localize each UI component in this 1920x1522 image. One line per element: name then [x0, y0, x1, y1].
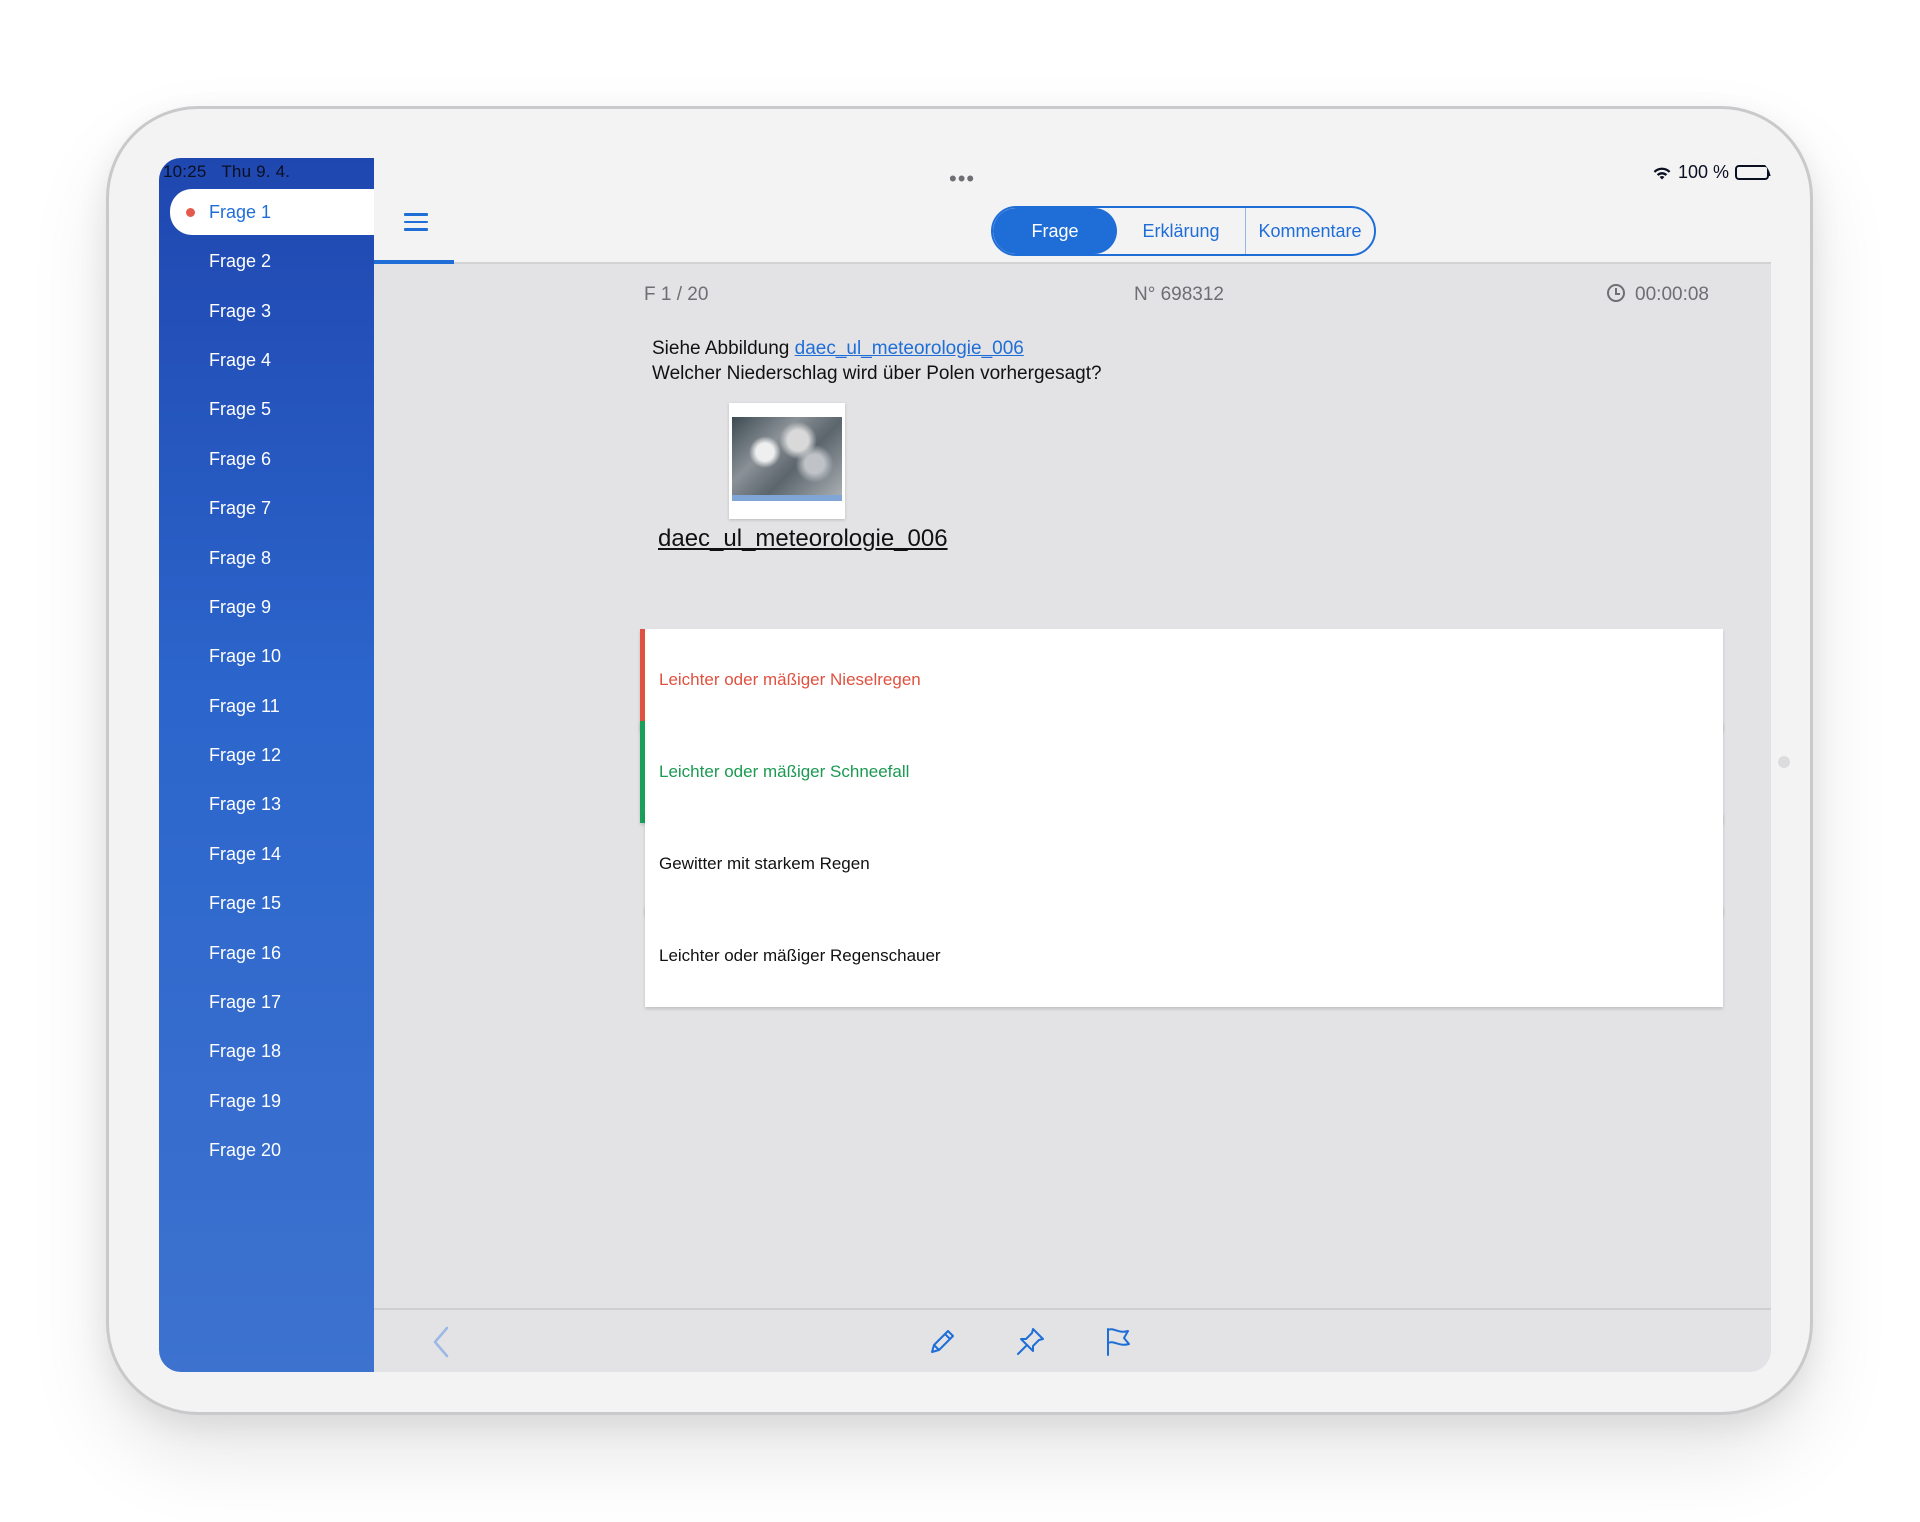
clock-icon	[1607, 284, 1626, 302]
tab-kommentare[interactable]: Kommentare	[1245, 208, 1374, 254]
tab-frage[interactable]: Frage	[993, 208, 1117, 254]
sidebar-item-label: Frage 2	[209, 251, 272, 272]
sidebar-item-frage-4[interactable]: Frage 4	[159, 336, 374, 385]
question-sidebar: 10:25 Thu 9. 4. Frage 1 Frage 2 Frage 3 …	[159, 158, 374, 1372]
question-number: N° 698312	[1134, 284, 1224, 305]
multitask-dots[interactable]: •••	[949, 166, 975, 192]
sidebar-item-label: Frage 5	[209, 399, 272, 420]
pin-icon[interactable]	[1010, 1322, 1050, 1362]
tab-switcher: Frage Erklärung Kommentare	[991, 206, 1376, 256]
sidebar-item-frage-14[interactable]: Frage 14	[159, 830, 374, 879]
sidebar-item-frage-9[interactable]: Frage 9	[159, 583, 374, 632]
menu-icon[interactable]	[404, 213, 428, 233]
answer-option-2[interactable]: Leichter oder mäßiger Schneefall	[640, 721, 1723, 823]
pencil-icon[interactable]	[922, 1322, 962, 1362]
sidebar-item-frage-3[interactable]: Frage 3	[159, 286, 374, 335]
sidebar-item-frage-5[interactable]: Frage 5	[159, 385, 374, 434]
camera-dot	[1778, 756, 1790, 768]
answer-text: Leichter oder mäßiger Schneefall	[659, 762, 910, 781]
status-date: Thu 9. 4.	[221, 162, 291, 181]
sidebar-item-frage-11[interactable]: Frage 11	[159, 682, 374, 731]
sidebar-item-label: Frage 6	[209, 448, 272, 469]
figure-caption[interactable]: daec_ul_meteorologie_006	[658, 525, 948, 553]
sidebar-item-frage-19[interactable]: Frage 19	[159, 1077, 374, 1126]
sidebar-item-label: Frage 16	[209, 942, 282, 963]
answer-text: Leichter oder mäßiger Regenschauer	[659, 946, 941, 965]
top-bar: ••• 100 % Frage Erklärung Kommentare	[374, 158, 1771, 264]
sidebar-item-frage-18[interactable]: Frage 18	[159, 1027, 374, 1076]
answer-text: Gewitter mit starkem Regen	[659, 854, 870, 873]
sidebar-item-label: Frage 18	[209, 1041, 282, 1062]
sidebar-item-frage-15[interactable]: Frage 15	[159, 879, 374, 928]
sidebar-item-frage-7[interactable]: Frage 7	[159, 484, 374, 533]
status-time-date: 10:25 Thu 9. 4.	[163, 162, 290, 182]
bottom-toolbar	[374, 1308, 1771, 1372]
sidebar-item-label: Frage 8	[209, 547, 272, 568]
sidebar-item-label: Frage 13	[209, 794, 282, 815]
question-list: Frage 1 Frage 2 Frage 3 Frage 4 Frage 5 …	[159, 188, 374, 1175]
sidebar-item-frage-12[interactable]: Frage 12	[159, 731, 374, 780]
sidebar-item-label: Frage 14	[209, 843, 282, 864]
sidebar-item-label: Frage 17	[209, 992, 282, 1013]
main-content: ••• 100 % Frage Erklärung Kommentare F 1…	[374, 158, 1771, 1372]
current-dot-icon	[186, 207, 195, 217]
sidebar-item-frage-10[interactable]: Frage 10	[159, 632, 374, 681]
sidebar-item-frage-13[interactable]: Frage 13	[159, 780, 374, 829]
screen: 10:25 Thu 9. 4. Frage 1 Frage 2 Frage 3 …	[159, 158, 1771, 1372]
question-text: Siehe Abbildung daec_ul_meteorologie_006…	[652, 336, 1102, 386]
battery-percent: 100 %	[1677, 162, 1729, 182]
status-time: 10:25	[163, 162, 207, 181]
question-prefix: Siehe Abbildung	[652, 338, 790, 359]
sidebar-item-frage-8[interactable]: Frage 8	[159, 533, 374, 582]
sidebar-item-label: Frage 15	[209, 893, 282, 914]
sidebar-item-label: Frage 10	[209, 646, 282, 667]
timer: 00:00:08	[1607, 284, 1709, 306]
answer-text: Leichter oder mäßiger Nieselregen	[659, 670, 921, 689]
sidebar-item-label: Frage 3	[209, 300, 272, 321]
sidebar-item-frage-16[interactable]: Frage 16	[159, 928, 374, 977]
sidebar-item-frage-6[interactable]: Frage 6	[159, 435, 374, 484]
question-progress: F 1 / 20	[644, 284, 709, 305]
sidebar-item-frage-1[interactable]: Frage 1	[170, 189, 374, 235]
back-chevron-icon[interactable]	[421, 1322, 461, 1362]
sidebar-item-label: Frage 9	[209, 596, 272, 617]
battery-icon	[1735, 165, 1771, 180]
sidebar-item-frage-20[interactable]: Frage 20	[159, 1126, 374, 1175]
sidebar-item-label: Frage 1	[209, 201, 272, 222]
menu-underline	[374, 260, 454, 264]
status-right: 100 %	[1652, 162, 1771, 183]
sidebar-item-label: Frage 19	[209, 1090, 282, 1111]
answer-option-3[interactable]: Gewitter mit starkem Regen	[645, 813, 1723, 915]
answer-option-1[interactable]: Leichter oder mäßiger Nieselregen	[640, 629, 1723, 731]
flag-icon[interactable]	[1098, 1322, 1138, 1362]
question-body: Welcher Niederschlag wird über Polen vor…	[652, 363, 1102, 384]
sidebar-item-label: Frage 4	[209, 349, 272, 370]
sidebar-item-label: Frage 7	[209, 498, 272, 519]
sidebar-item-label: Frage 20	[209, 1140, 282, 1161]
wifi-icon	[1653, 167, 1671, 179]
answer-option-4[interactable]: Leichter oder mäßiger Regenschauer	[645, 905, 1723, 1007]
sidebar-item-label: Frage 12	[209, 745, 282, 766]
timer-value: 00:00:08	[1635, 284, 1709, 305]
sidebar-item-frage-17[interactable]: Frage 17	[159, 978, 374, 1027]
tab-erklaerung[interactable]: Erklärung	[1117, 208, 1245, 254]
sidebar-item-frage-2[interactable]: Frage 2	[159, 237, 374, 286]
sidebar-item-label: Frage 11	[209, 695, 280, 716]
weather-map-image	[732, 417, 842, 501]
figure-thumbnail[interactable]	[729, 403, 845, 519]
figure-link[interactable]: daec_ul_meteorologie_006	[795, 338, 1024, 359]
